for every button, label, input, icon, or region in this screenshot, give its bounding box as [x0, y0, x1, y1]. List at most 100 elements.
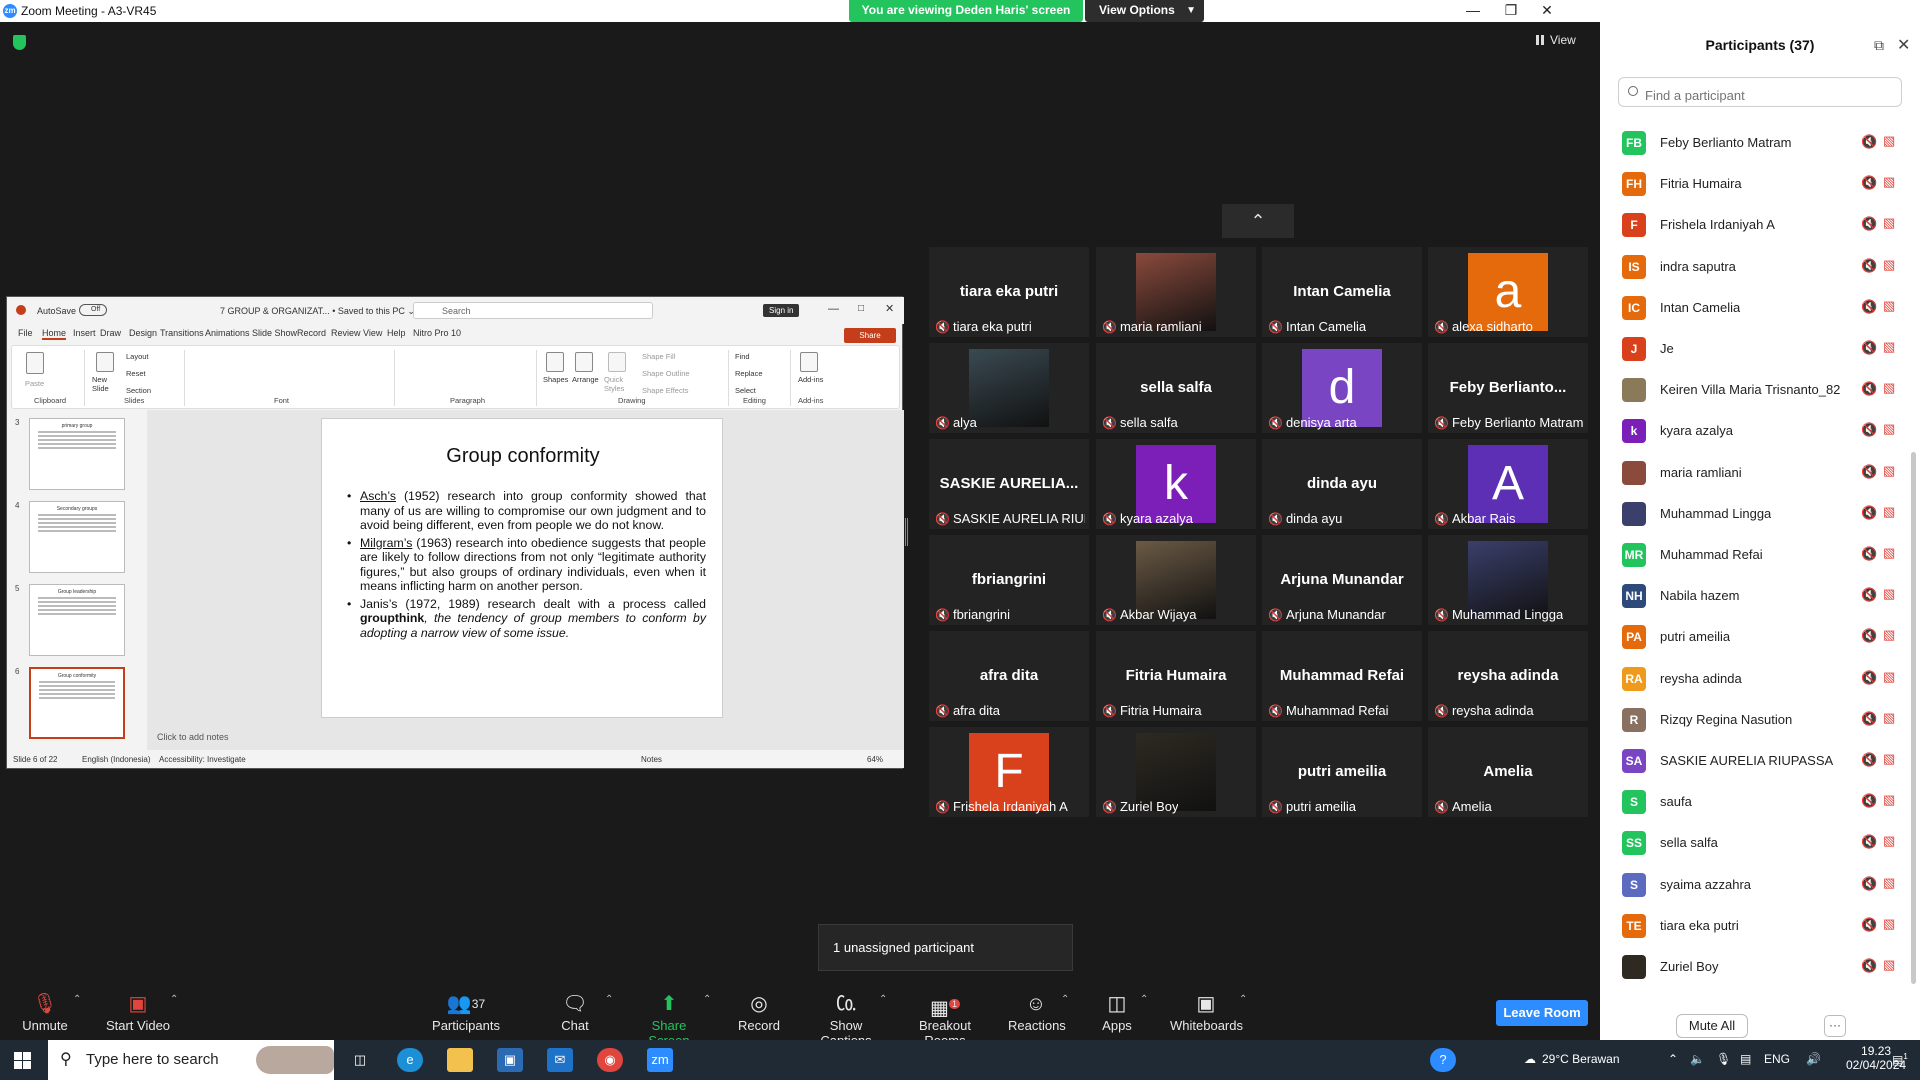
video-tile[interactable]: afra dita 🔇 afra dita — [929, 631, 1089, 721]
video-off-icon[interactable]: ▧ — [1883, 215, 1895, 231]
shape-outline-button[interactable]: Shape Outline — [642, 369, 690, 378]
video-tile[interactable]: Feby Berlianto... 🔇 Feby Berlianto Matram — [1428, 343, 1588, 433]
apps-button[interactable]: ◫ Apps — [1100, 982, 1134, 1040]
layout-button[interactable]: Layout — [126, 352, 149, 361]
unmute-button[interactable]: 🎙 Unmute — [14, 982, 76, 1040]
video-off-icon[interactable]: ▧ — [1883, 174, 1895, 190]
ppt-minimize-icon[interactable]: — — [828, 303, 839, 315]
microsoft-store-icon[interactable]: ▣ — [497, 1048, 523, 1072]
video-tile[interactable]: Arjuna Munandar 🔇 Arjuna Munandar — [1262, 535, 1422, 625]
leave-room-button[interactable]: Leave Room — [1496, 1000, 1588, 1026]
mic-muted-icon[interactable]: 🔇 — [1861, 340, 1877, 356]
weather-icon[interactable]: ☁ — [1524, 1052, 1536, 1066]
mic-muted-icon[interactable]: 🔇 — [1861, 216, 1877, 232]
participant-row[interactable]: SS sella salfa 🔇 ▧ — [1600, 822, 1920, 863]
mic-muted-icon[interactable]: 🔇 — [1861, 587, 1877, 603]
mic-muted-icon[interactable]: 🔇 — [1861, 711, 1877, 727]
video-tile[interactable]: Amelia 🔇 Amelia — [1428, 727, 1588, 817]
tab-review[interactable]: Review — [331, 328, 361, 338]
video-tile[interactable]: k 🔇 kyara azalya — [1096, 439, 1256, 529]
video-tile[interactable]: 🔇 maria ramliani — [1096, 247, 1256, 337]
video-tile[interactable]: Muhammad Refai 🔇 Muhammad Refai — [1262, 631, 1422, 721]
tab-transitions[interactable]: Transitions — [160, 328, 204, 338]
mic-muted-icon[interactable]: 🔇 — [1861, 422, 1877, 438]
gallery-page-up-icon[interactable]: ⌃ — [1222, 204, 1294, 238]
replace-button[interactable]: Replace — [735, 369, 763, 378]
tab-slide-show[interactable]: Slide Show — [252, 328, 297, 338]
video-off-icon[interactable]: ▧ — [1883, 751, 1895, 767]
video-tile[interactable]: F 🔇 Frishela Irdaniyah A — [929, 727, 1089, 817]
share-options-caret[interactable]: ⌃ — [703, 994, 711, 1005]
shape-effects-button[interactable]: Shape Effects — [642, 386, 689, 395]
zoom-taskbar-icon[interactable]: zm — [647, 1048, 673, 1072]
mic-muted-icon[interactable]: 🔇 — [1861, 381, 1877, 397]
video-options-caret[interactable]: ⌃ — [170, 994, 178, 1005]
video-tile[interactable]: 🔇 Akbar Wijaya — [1096, 535, 1256, 625]
tab-home[interactable]: Home — [42, 328, 67, 340]
apps-options-caret[interactable]: ⌃ — [1140, 994, 1148, 1005]
participant-row[interactable]: PA putri ameilia 🔇 ▧ — [1600, 616, 1920, 657]
ppt-restore-icon[interactable]: □ — [858, 303, 864, 314]
video-tile[interactable]: 🔇 Zuriel Boy — [1096, 727, 1256, 817]
participant-row[interactable]: SA SASKIE AURELIA RIUPASSA 🔇 ▧ — [1600, 740, 1920, 781]
video-off-icon[interactable]: ▧ — [1883, 957, 1895, 973]
video-off-icon[interactable]: ▧ — [1883, 257, 1895, 273]
speaker-icon[interactable]: 🔈 — [1690, 1052, 1705, 1066]
tab-insert[interactable]: Insert — [73, 328, 96, 338]
accessibility-status[interactable]: Accessibility: Investigate — [159, 755, 246, 764]
video-off-icon[interactable]: ▧ — [1883, 916, 1895, 932]
video-off-icon[interactable]: ▧ — [1883, 133, 1895, 149]
chrome-icon[interactable]: ◉ — [597, 1048, 623, 1072]
mic-muted-icon[interactable]: 🔇 — [1861, 628, 1877, 644]
record-button[interactable]: ◎ Record — [735, 982, 783, 1040]
mic-muted-icon[interactable]: 🔇 — [1861, 876, 1877, 892]
video-off-icon[interactable]: ▧ — [1883, 833, 1895, 849]
encryption-shield-icon[interactable] — [13, 35, 26, 50]
close-window-icon[interactable]: ✕ — [1524, 0, 1570, 22]
mic-muted-icon[interactable]: 🔇 — [1861, 917, 1877, 933]
participant-row[interactable]: FB Feby Berlianto Matram 🔇 ▧ — [1600, 122, 1920, 163]
video-tile[interactable]: sella salfa 🔇 sella salfa — [1096, 343, 1256, 433]
video-tile[interactable]: reysha adinda 🔇 reysha adinda — [1428, 631, 1588, 721]
video-off-icon[interactable]: ▧ — [1883, 586, 1895, 602]
slide-thumbnail[interactable]: primary group — [29, 418, 125, 490]
edge-browser-icon[interactable]: e — [397, 1048, 423, 1072]
ppt-close-icon[interactable]: ✕ — [885, 302, 894, 315]
weather-text[interactable]: 29°C Berawan — [1542, 1052, 1620, 1066]
new-slide-icon[interactable] — [96, 352, 114, 372]
video-off-icon[interactable]: ▧ — [1883, 669, 1895, 685]
slide-thumbnail[interactable]: Secondary groups — [29, 501, 125, 573]
participants-button[interactable]: 👥37 Participants — [430, 982, 502, 1040]
participant-row[interactable]: J Je 🔇 ▧ — [1600, 328, 1920, 369]
show-captions-button[interactable]: ㏇Show Captions — [804, 982, 888, 1048]
help-icon[interactable]: ? — [1430, 1048, 1456, 1072]
video-off-icon[interactable]: ▧ — [1883, 421, 1895, 437]
participant-row[interactable]: R Rizqy Regina Nasution 🔇 ▧ — [1600, 699, 1920, 740]
video-off-icon[interactable]: ▧ — [1883, 710, 1895, 726]
split-drag-handle[interactable] — [905, 518, 908, 546]
tab-design[interactable]: Design — [129, 328, 157, 338]
notes-placeholder[interactable]: Click to add notes — [157, 732, 229, 742]
find-participant-input[interactable] — [1618, 77, 1902, 107]
audio-options-caret[interactable]: ⌃ — [73, 994, 81, 1005]
video-tile[interactable]: Fitria Humaira 🔇 Fitria Humaira — [1096, 631, 1256, 721]
reactions-options-caret[interactable]: ⌃ — [1061, 994, 1069, 1005]
participant-row[interactable]: IS indra saputra 🔇 ▧ — [1600, 246, 1920, 287]
mic-muted-icon[interactable]: 🔇 — [1861, 505, 1877, 521]
add-ins-icon[interactable] — [800, 352, 818, 372]
arrange-icon[interactable] — [575, 352, 593, 372]
video-tile[interactable]: dinda ayu 🔇 dinda ayu — [1262, 439, 1422, 529]
video-tile[interactable]: a 🔇 alexa sidharto — [1428, 247, 1588, 337]
tab-help[interactable]: Help — [387, 328, 406, 338]
video-tile[interactable]: Intan Camelia 🔇 Intan Camelia — [1262, 247, 1422, 337]
task-view-icon[interactable]: ◫ — [347, 1048, 373, 1072]
volume-icon[interactable]: 🔊 — [1806, 1052, 1821, 1066]
video-tile[interactable]: putri ameilia 🔇 putri ameilia — [1262, 727, 1422, 817]
participant-row[interactable]: IC Intan Camelia 🔇 ▧ — [1600, 287, 1920, 328]
shape-fill-button[interactable]: Shape Fill — [642, 352, 675, 361]
microphone-icon[interactable]: 🎙 — [1716, 1052, 1731, 1066]
captions-options-caret[interactable]: ⌃ — [879, 994, 887, 1005]
tab-nitro-pro-10[interactable]: Nitro Pro 10 — [413, 328, 461, 338]
video-tile[interactable]: A 🔇 Akbar Rais — [1428, 439, 1588, 529]
tab-file[interactable]: File — [18, 328, 33, 338]
